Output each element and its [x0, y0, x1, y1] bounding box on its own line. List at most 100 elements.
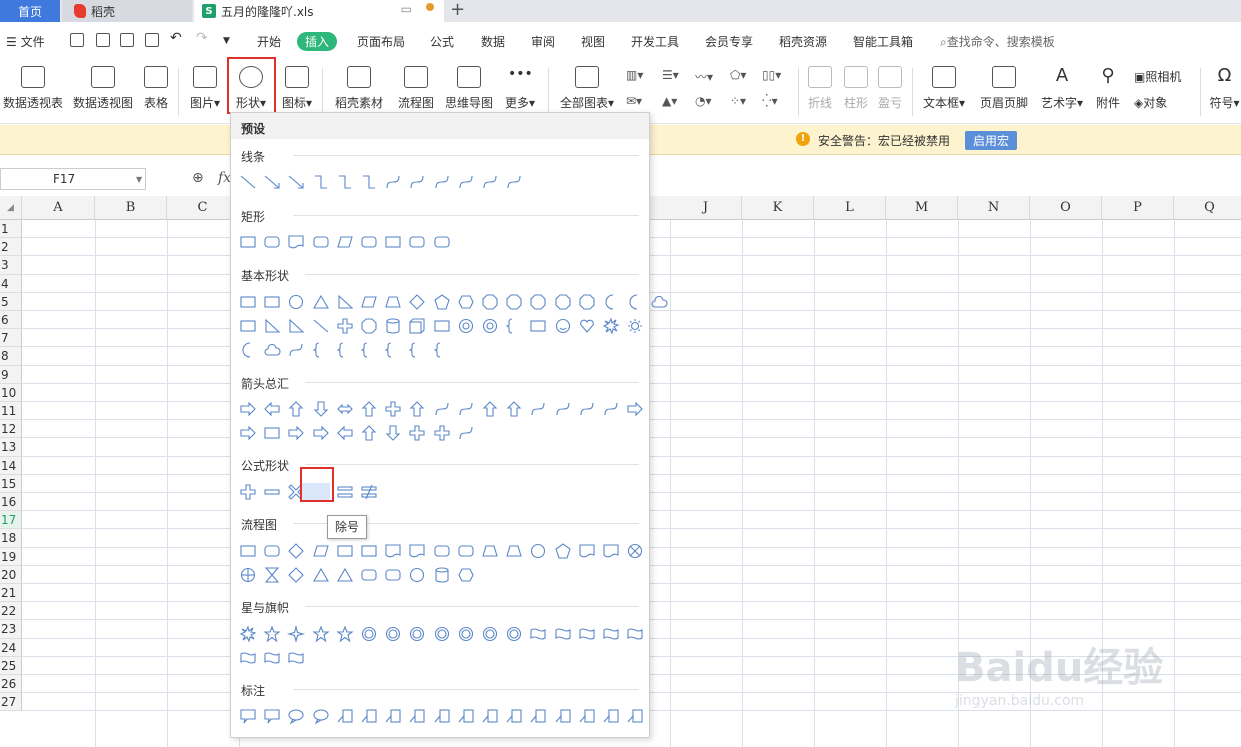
curve-shape-icon[interactable] [554, 400, 572, 418]
rarrow-shape-icon[interactable] [626, 400, 644, 418]
row-header[interactable]: 26 [0, 675, 22, 694]
moon-shape-icon[interactable] [239, 341, 257, 359]
doc-shape-icon[interactable] [578, 542, 596, 560]
seal-shape-icon[interactable] [505, 625, 523, 643]
circle-shape-icon[interactable] [287, 293, 305, 311]
row-header[interactable]: 4 [0, 274, 22, 293]
doc-shape-icon[interactable] [287, 233, 305, 251]
row-header[interactable]: 24 [0, 638, 22, 657]
uarrow-shape-icon[interactable] [481, 400, 499, 418]
trap-shape-icon[interactable] [481, 542, 499, 560]
row-header[interactable]: 9 [0, 365, 22, 384]
rect-shape-icon[interactable] [384, 233, 402, 251]
quick-access-dropdown-icon[interactable]: ▼ [223, 36, 230, 46]
banner-shape-icon[interactable] [287, 649, 305, 667]
cloud-shape-icon[interactable] [263, 341, 281, 359]
rtri-shape-icon[interactable] [336, 293, 354, 311]
circle-shape-icon[interactable] [408, 566, 426, 584]
rect-shape-icon[interactable] [239, 293, 257, 311]
row-header[interactable]: 5 [0, 292, 22, 311]
donut-shape-icon[interactable] [481, 317, 499, 335]
sum-shape-icon[interactable] [626, 542, 644, 560]
zoom-icon[interactable]: ⊕ [192, 170, 204, 186]
cube-shape-icon[interactable] [408, 317, 426, 335]
header-footer-button[interactable]: 页眉页脚 [978, 66, 1030, 111]
rarrow-shape-icon[interactable] [312, 424, 330, 442]
ocall-shape-icon[interactable] [312, 707, 330, 725]
pivot-chart-button[interactable]: 数据透视图 [72, 66, 134, 111]
col-header[interactable]: P [1102, 196, 1174, 220]
col-header[interactable]: Q [1174, 196, 1241, 220]
linecall-shape-icon[interactable] [578, 707, 596, 725]
seal-shape-icon[interactable] [481, 625, 499, 643]
textbox-button[interactable]: 文本框▾ [921, 66, 967, 111]
rect-shape-icon[interactable] [433, 317, 451, 335]
cyl-shape-icon[interactable] [433, 566, 451, 584]
oct-shape-icon[interactable] [554, 293, 572, 311]
seal-shape-icon[interactable] [433, 625, 451, 643]
plus-shape-icon[interactable] [336, 317, 354, 335]
rect-shape-icon[interactable] [239, 317, 257, 335]
star5-shape-icon[interactable] [263, 625, 281, 643]
chevron-down-icon[interactable]: ▼ [136, 175, 142, 184]
picture-button[interactable]: 图片▾ [188, 66, 222, 111]
symbol-button[interactable]: Ω 符号▾ [1208, 66, 1241, 111]
banner-shape-icon[interactable] [263, 649, 281, 667]
brace-shape-icon[interactable] [384, 341, 402, 359]
rrect-shape-icon[interactable] [312, 233, 330, 251]
uarrow-shape-icon[interactable] [360, 400, 378, 418]
stock-chart-icon[interactable]: ▯▯▾ [762, 68, 781, 82]
arrow-shape-icon[interactable] [263, 173, 281, 191]
star4-shape-icon[interactable] [287, 624, 306, 644]
doc-shape-icon[interactable] [602, 542, 620, 560]
star5-shape-icon[interactable] [336, 625, 354, 643]
menu-member[interactable]: 会员专享 [705, 33, 753, 50]
smile-shape-icon[interactable] [554, 317, 572, 335]
sparkline-column-button[interactable]: 柱形 [842, 66, 870, 111]
col-header[interactable]: O [1030, 196, 1102, 220]
export-icon[interactable] [96, 33, 110, 47]
equal-shape-icon[interactable] [336, 483, 354, 501]
row-header[interactable]: 19 [0, 547, 22, 566]
line-chart-icon[interactable]: 〰▾ [695, 68, 713, 85]
name-box[interactable]: F17 [0, 168, 146, 190]
row-header[interactable]: 25 [0, 656, 22, 675]
wordart-button[interactable]: A 艺术字▾ [1038, 66, 1086, 111]
preview-icon[interactable] [145, 33, 159, 47]
menu-formula[interactable]: 公式 [430, 33, 454, 50]
tri-shape-icon[interactable] [312, 566, 330, 584]
attachment-button[interactable]: ⚲ 附件 [1094, 66, 1122, 111]
doc-shape-icon[interactable] [408, 542, 426, 560]
linecall-shape-icon[interactable] [433, 707, 451, 725]
all-charts-button[interactable]: 全部图表▾ [556, 66, 618, 111]
rrect-shape-icon[interactable] [360, 233, 378, 251]
col-header[interactable]: J [670, 196, 742, 220]
plus-shape-icon[interactable] [239, 483, 257, 501]
col-header[interactable]: C [167, 196, 239, 220]
hour-shape-icon[interactable] [263, 566, 281, 584]
curve-shape-icon[interactable] [408, 173, 426, 191]
seal-shape-icon[interactable] [408, 625, 426, 643]
pivot-table-button[interactable]: 数据透视表 [2, 66, 64, 111]
redo-icon[interactable]: ↷ [196, 30, 208, 46]
sun-shape-icon[interactable] [626, 317, 644, 335]
oct-shape-icon[interactable] [481, 293, 499, 311]
hex-shape-icon[interactable] [457, 293, 475, 311]
diamond-shape-icon[interactable] [408, 293, 426, 311]
tab-wps[interactable]: 稻壳 [62, 0, 192, 22]
burst-shape-icon[interactable] [602, 317, 620, 335]
callout-shape-icon[interactable] [263, 707, 281, 725]
curve-shape-icon[interactable] [433, 173, 451, 191]
row-header[interactable]: 13 [0, 438, 22, 457]
row-header[interactable]: 12 [0, 420, 22, 439]
rect-shape-icon[interactable] [263, 424, 281, 442]
oct-shape-icon[interactable] [360, 317, 378, 335]
curve-shape-icon[interactable] [481, 173, 499, 191]
menu-review[interactable]: 审阅 [531, 33, 555, 50]
linecall-shape-icon[interactable] [384, 707, 402, 725]
rrect-shape-icon[interactable] [433, 233, 451, 251]
circle-shape-icon[interactable] [529, 542, 547, 560]
uarrow-shape-icon[interactable] [287, 400, 305, 418]
linecall-shape-icon[interactable] [408, 707, 426, 725]
command-search[interactable]: ⌕查找命令、搜索模板 [940, 33, 1055, 50]
